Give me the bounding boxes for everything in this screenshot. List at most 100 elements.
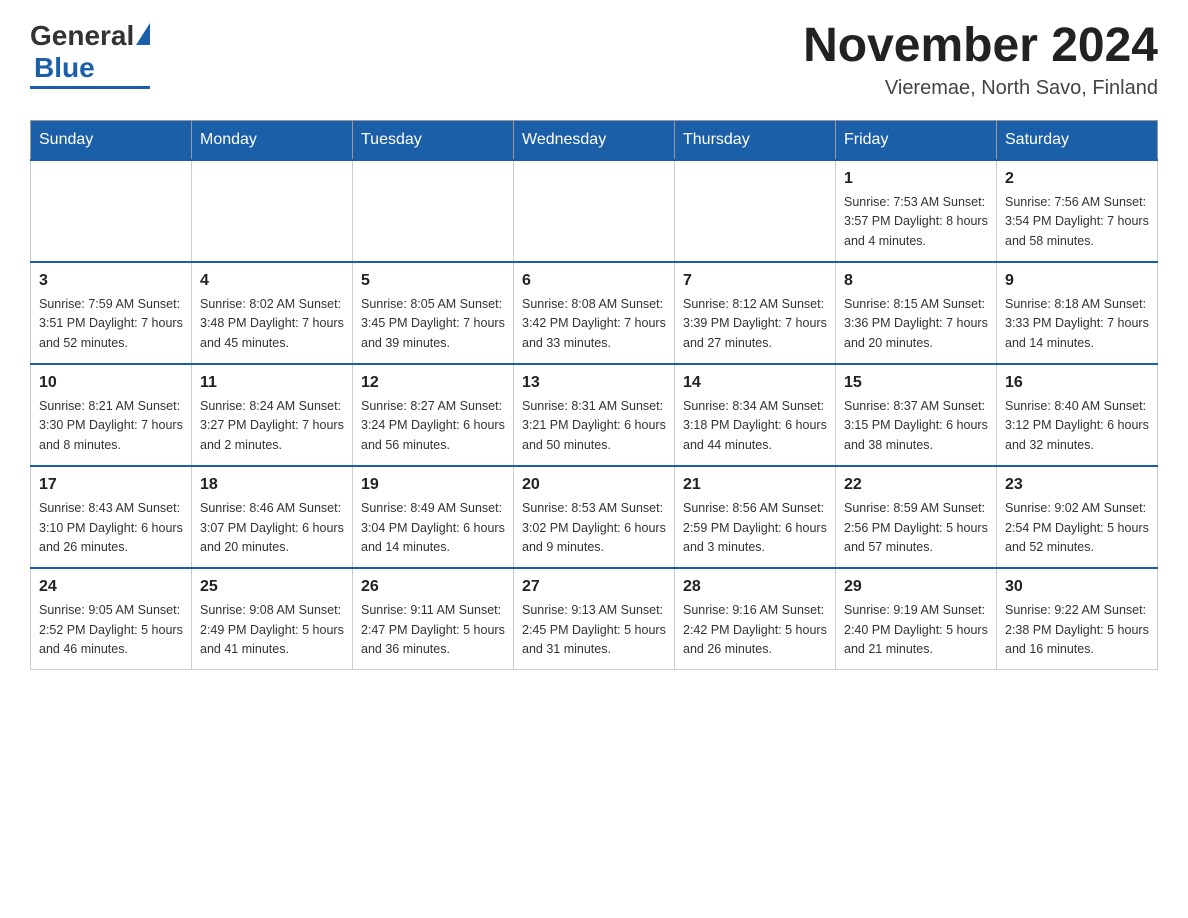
day-number: 5	[361, 269, 505, 293]
day-number: 6	[522, 269, 666, 293]
day-info: Sunrise: 9:11 AM Sunset: 2:47 PM Dayligh…	[361, 601, 505, 659]
week-row-2: 3Sunrise: 7:59 AM Sunset: 3:51 PM Daylig…	[31, 262, 1158, 364]
day-info: Sunrise: 8:40 AM Sunset: 3:12 PM Dayligh…	[1005, 397, 1149, 455]
calendar: Sunday Monday Tuesday Wednesday Thursday…	[30, 120, 1158, 671]
day-info: Sunrise: 9:05 AM Sunset: 2:52 PM Dayligh…	[39, 601, 183, 659]
day-info: Sunrise: 9:08 AM Sunset: 2:49 PM Dayligh…	[200, 601, 344, 659]
calendar-cell	[31, 160, 192, 262]
header-sunday: Sunday	[31, 120, 192, 160]
calendar-cell: 4Sunrise: 8:02 AM Sunset: 3:48 PM Daylig…	[192, 262, 353, 364]
week-row-1: 1Sunrise: 7:53 AM Sunset: 3:57 PM Daylig…	[31, 160, 1158, 262]
day-number: 22	[844, 473, 988, 497]
calendar-cell: 26Sunrise: 9:11 AM Sunset: 2:47 PM Dayli…	[353, 568, 514, 670]
day-number: 26	[361, 575, 505, 599]
title-area: November 2024 Vieremae, North Savo, Finl…	[803, 20, 1158, 100]
day-info: Sunrise: 8:24 AM Sunset: 3:27 PM Dayligh…	[200, 397, 344, 455]
calendar-cell	[675, 160, 836, 262]
day-info: Sunrise: 8:37 AM Sunset: 3:15 PM Dayligh…	[844, 397, 988, 455]
calendar-cell: 1Sunrise: 7:53 AM Sunset: 3:57 PM Daylig…	[836, 160, 997, 262]
day-info: Sunrise: 8:49 AM Sunset: 3:04 PM Dayligh…	[361, 499, 505, 557]
day-number: 3	[39, 269, 183, 293]
calendar-cell: 5Sunrise: 8:05 AM Sunset: 3:45 PM Daylig…	[353, 262, 514, 364]
day-info: Sunrise: 9:02 AM Sunset: 2:54 PM Dayligh…	[1005, 499, 1149, 557]
day-info: Sunrise: 9:13 AM Sunset: 2:45 PM Dayligh…	[522, 601, 666, 659]
calendar-cell	[514, 160, 675, 262]
day-number: 9	[1005, 269, 1149, 293]
logo-blue-text: Blue	[34, 52, 95, 84]
day-info: Sunrise: 7:59 AM Sunset: 3:51 PM Dayligh…	[39, 295, 183, 353]
day-number: 21	[683, 473, 827, 497]
calendar-cell: 14Sunrise: 8:34 AM Sunset: 3:18 PM Dayli…	[675, 364, 836, 466]
calendar-cell: 6Sunrise: 8:08 AM Sunset: 3:42 PM Daylig…	[514, 262, 675, 364]
day-info: Sunrise: 8:05 AM Sunset: 3:45 PM Dayligh…	[361, 295, 505, 353]
day-number: 8	[844, 269, 988, 293]
logo-triangle-icon	[136, 23, 150, 45]
day-number: 11	[200, 371, 344, 395]
header-friday: Friday	[836, 120, 997, 160]
calendar-cell: 17Sunrise: 8:43 AM Sunset: 3:10 PM Dayli…	[31, 466, 192, 568]
day-number: 10	[39, 371, 183, 395]
day-info: Sunrise: 8:43 AM Sunset: 3:10 PM Dayligh…	[39, 499, 183, 557]
calendar-cell: 29Sunrise: 9:19 AM Sunset: 2:40 PM Dayli…	[836, 568, 997, 670]
day-info: Sunrise: 9:16 AM Sunset: 2:42 PM Dayligh…	[683, 601, 827, 659]
day-number: 1	[844, 167, 988, 191]
day-info: Sunrise: 8:31 AM Sunset: 3:21 PM Dayligh…	[522, 397, 666, 455]
day-number: 2	[1005, 167, 1149, 191]
calendar-cell	[353, 160, 514, 262]
day-info: Sunrise: 8:53 AM Sunset: 3:02 PM Dayligh…	[522, 499, 666, 557]
location-text: Vieremae, North Savo, Finland	[803, 77, 1158, 100]
header-tuesday: Tuesday	[353, 120, 514, 160]
header-saturday: Saturday	[997, 120, 1158, 160]
day-number: 15	[844, 371, 988, 395]
day-number: 23	[1005, 473, 1149, 497]
calendar-cell: 2Sunrise: 7:56 AM Sunset: 3:54 PM Daylig…	[997, 160, 1158, 262]
day-info: Sunrise: 8:18 AM Sunset: 3:33 PM Dayligh…	[1005, 295, 1149, 353]
day-number: 4	[200, 269, 344, 293]
week-row-4: 17Sunrise: 8:43 AM Sunset: 3:10 PM Dayli…	[31, 466, 1158, 568]
calendar-cell: 8Sunrise: 8:15 AM Sunset: 3:36 PM Daylig…	[836, 262, 997, 364]
day-info: Sunrise: 7:53 AM Sunset: 3:57 PM Dayligh…	[844, 193, 988, 251]
header-wednesday: Wednesday	[514, 120, 675, 160]
calendar-cell: 30Sunrise: 9:22 AM Sunset: 2:38 PM Dayli…	[997, 568, 1158, 670]
calendar-cell: 15Sunrise: 8:37 AM Sunset: 3:15 PM Dayli…	[836, 364, 997, 466]
day-info: Sunrise: 8:27 AM Sunset: 3:24 PM Dayligh…	[361, 397, 505, 455]
calendar-cell: 10Sunrise: 8:21 AM Sunset: 3:30 PM Dayli…	[31, 364, 192, 466]
day-number: 24	[39, 575, 183, 599]
header-thursday: Thursday	[675, 120, 836, 160]
calendar-cell: 28Sunrise: 9:16 AM Sunset: 2:42 PM Dayli…	[675, 568, 836, 670]
calendar-cell: 22Sunrise: 8:59 AM Sunset: 2:56 PM Dayli…	[836, 466, 997, 568]
day-info: Sunrise: 8:34 AM Sunset: 3:18 PM Dayligh…	[683, 397, 827, 455]
calendar-cell: 21Sunrise: 8:56 AM Sunset: 2:59 PM Dayli…	[675, 466, 836, 568]
header: General Blue November 2024 Vieremae, Nor…	[30, 20, 1158, 100]
day-number: 13	[522, 371, 666, 395]
calendar-cell: 23Sunrise: 9:02 AM Sunset: 2:54 PM Dayli…	[997, 466, 1158, 568]
day-number: 27	[522, 575, 666, 599]
day-info: Sunrise: 8:15 AM Sunset: 3:36 PM Dayligh…	[844, 295, 988, 353]
day-number: 12	[361, 371, 505, 395]
day-info: Sunrise: 9:19 AM Sunset: 2:40 PM Dayligh…	[844, 601, 988, 659]
calendar-cell: 16Sunrise: 8:40 AM Sunset: 3:12 PM Dayli…	[997, 364, 1158, 466]
logo-general-text: General	[30, 20, 134, 52]
day-info: Sunrise: 8:12 AM Sunset: 3:39 PM Dayligh…	[683, 295, 827, 353]
day-number: 7	[683, 269, 827, 293]
header-monday: Monday	[192, 120, 353, 160]
calendar-cell: 3Sunrise: 7:59 AM Sunset: 3:51 PM Daylig…	[31, 262, 192, 364]
week-row-3: 10Sunrise: 8:21 AM Sunset: 3:30 PM Dayli…	[31, 364, 1158, 466]
day-info: Sunrise: 8:02 AM Sunset: 3:48 PM Dayligh…	[200, 295, 344, 353]
week-row-5: 24Sunrise: 9:05 AM Sunset: 2:52 PM Dayli…	[31, 568, 1158, 670]
day-number: 20	[522, 473, 666, 497]
calendar-cell: 24Sunrise: 9:05 AM Sunset: 2:52 PM Dayli…	[31, 568, 192, 670]
day-info: Sunrise: 8:08 AM Sunset: 3:42 PM Dayligh…	[522, 295, 666, 353]
day-number: 28	[683, 575, 827, 599]
day-number: 17	[39, 473, 183, 497]
calendar-cell: 12Sunrise: 8:27 AM Sunset: 3:24 PM Dayli…	[353, 364, 514, 466]
day-info: Sunrise: 8:59 AM Sunset: 2:56 PM Dayligh…	[844, 499, 988, 557]
day-number: 25	[200, 575, 344, 599]
day-number: 16	[1005, 371, 1149, 395]
calendar-cell: 20Sunrise: 8:53 AM Sunset: 3:02 PM Dayli…	[514, 466, 675, 568]
day-number: 19	[361, 473, 505, 497]
day-info: Sunrise: 9:22 AM Sunset: 2:38 PM Dayligh…	[1005, 601, 1149, 659]
logo: General Blue	[30, 20, 150, 89]
calendar-cell	[192, 160, 353, 262]
day-number: 29	[844, 575, 988, 599]
